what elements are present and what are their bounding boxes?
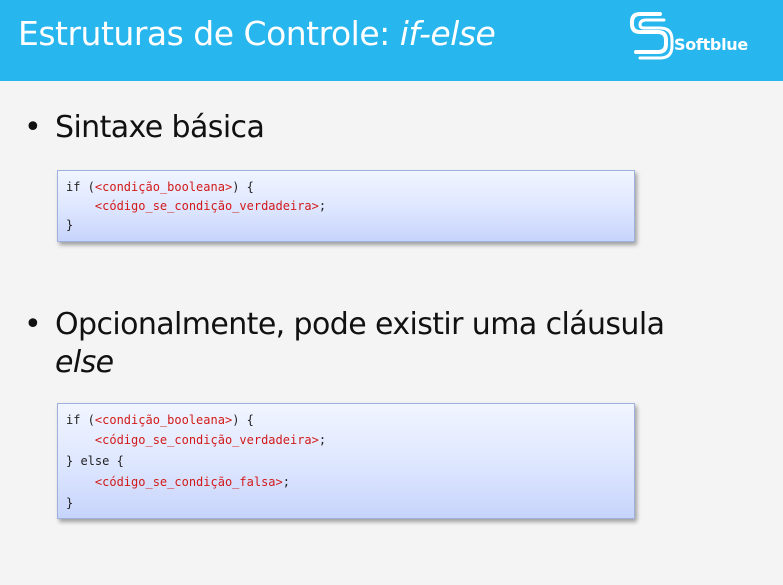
code-line: if (<condição_booleana>) { xyxy=(66,413,254,427)
slide-title-prefix: Estruturas de Controle: xyxy=(18,14,400,53)
slide-header: Estruturas de Controle: if-else Softblue xyxy=(0,0,783,81)
code-line: <código_se_condição_falsa>; xyxy=(94,475,290,489)
code-line: } xyxy=(66,496,74,510)
softblue-logo-text: Softblue xyxy=(674,35,748,54)
slide-title: Estruturas de Controle: if-else xyxy=(18,14,496,53)
bullet-dot: • xyxy=(24,307,42,342)
bullet-text-keyword: else xyxy=(55,345,114,380)
bullet-item: • Opcionalmente, pode existir uma cláusu… xyxy=(24,307,764,387)
code-line: } else { xyxy=(66,454,124,468)
bullet-item: • Sintaxe básica xyxy=(24,110,724,150)
bullet-text: Sintaxe básica xyxy=(55,110,265,145)
softblue-logo: Softblue xyxy=(628,8,778,70)
slide-title-emphasis: if-else xyxy=(399,14,496,53)
code-block: if (<condição_booleana>) { <código_se_co… xyxy=(57,170,635,242)
bullet-dot: • xyxy=(24,110,42,145)
code-line: } xyxy=(66,218,74,232)
code-line: if (<condição_booleana>) { xyxy=(66,180,254,194)
code-line: <código_se_condição_verdadeira>; xyxy=(94,199,327,213)
code-block: if (<condição_booleana>) { <código_se_co… xyxy=(57,403,635,519)
bullet-text: Opcionalmente, pode existir uma cláusula xyxy=(55,307,665,342)
code-line: <código_se_condição_verdadeira>; xyxy=(94,433,327,447)
softblue-s-icon xyxy=(630,12,674,60)
